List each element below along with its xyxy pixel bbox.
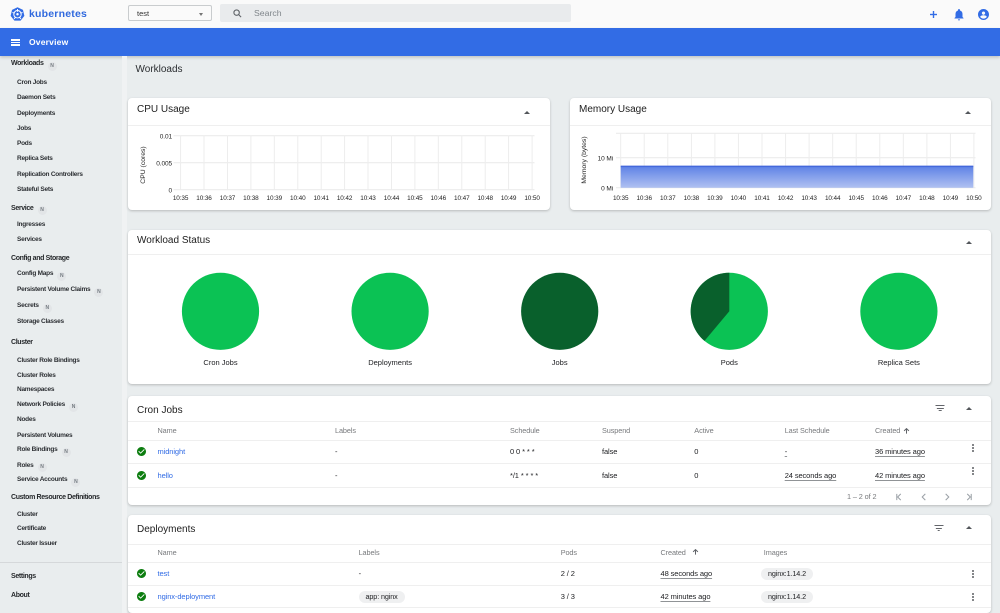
- svg-text:CPU (cores): CPU (cores): [140, 146, 147, 183]
- svg-text:10:46: 10:46: [872, 195, 888, 202]
- svg-text:0.005: 0.005: [156, 160, 172, 167]
- svg-text:10:43: 10:43: [360, 195, 376, 202]
- svg-text:10:42: 10:42: [337, 195, 353, 202]
- svg-text:10:40: 10:40: [731, 195, 747, 202]
- svg-text:10:43: 10:43: [801, 195, 817, 202]
- svg-text:10:39: 10:39: [707, 195, 723, 202]
- svg-text:10:45: 10:45: [848, 195, 864, 202]
- svg-text:10:49: 10:49: [501, 195, 517, 202]
- svg-text:10:35: 10:35: [173, 195, 189, 202]
- svg-text:10:45: 10:45: [407, 195, 423, 202]
- svg-text:0: 0: [168, 187, 172, 194]
- svg-text:10:38: 10:38: [684, 195, 700, 202]
- svg-text:10:40: 10:40: [290, 195, 306, 202]
- svg-text:10:47: 10:47: [896, 195, 912, 202]
- svg-text:10:35: 10:35: [613, 195, 629, 202]
- svg-text:10:44: 10:44: [384, 195, 400, 202]
- svg-text:10:49: 10:49: [943, 195, 959, 202]
- svg-text:0.01: 0.01: [160, 133, 173, 140]
- svg-text:10:44: 10:44: [825, 195, 841, 202]
- svg-text:10 Mi: 10 Mi: [598, 155, 613, 162]
- svg-text:10:37: 10:37: [220, 195, 236, 202]
- svg-text:10:47: 10:47: [454, 195, 470, 202]
- svg-text:10:50: 10:50: [524, 195, 540, 202]
- svg-text:10:39: 10:39: [267, 195, 283, 202]
- svg-text:10:36: 10:36: [636, 195, 652, 202]
- svg-text:10:38: 10:38: [243, 195, 259, 202]
- svg-text:10:36: 10:36: [196, 195, 212, 202]
- svg-text:10:37: 10:37: [660, 195, 676, 202]
- svg-text:Memory (bytes): Memory (bytes): [581, 136, 588, 183]
- svg-text:10:48: 10:48: [919, 195, 935, 202]
- svg-text:10:41: 10:41: [313, 195, 329, 202]
- svg-text:10:46: 10:46: [431, 195, 447, 202]
- svg-text:0 Mi: 0 Mi: [601, 185, 613, 192]
- svg-text:10:48: 10:48: [477, 195, 493, 202]
- svg-text:10:50: 10:50: [966, 195, 982, 202]
- svg-text:10:41: 10:41: [754, 195, 770, 202]
- svg-text:10:42: 10:42: [778, 195, 794, 202]
